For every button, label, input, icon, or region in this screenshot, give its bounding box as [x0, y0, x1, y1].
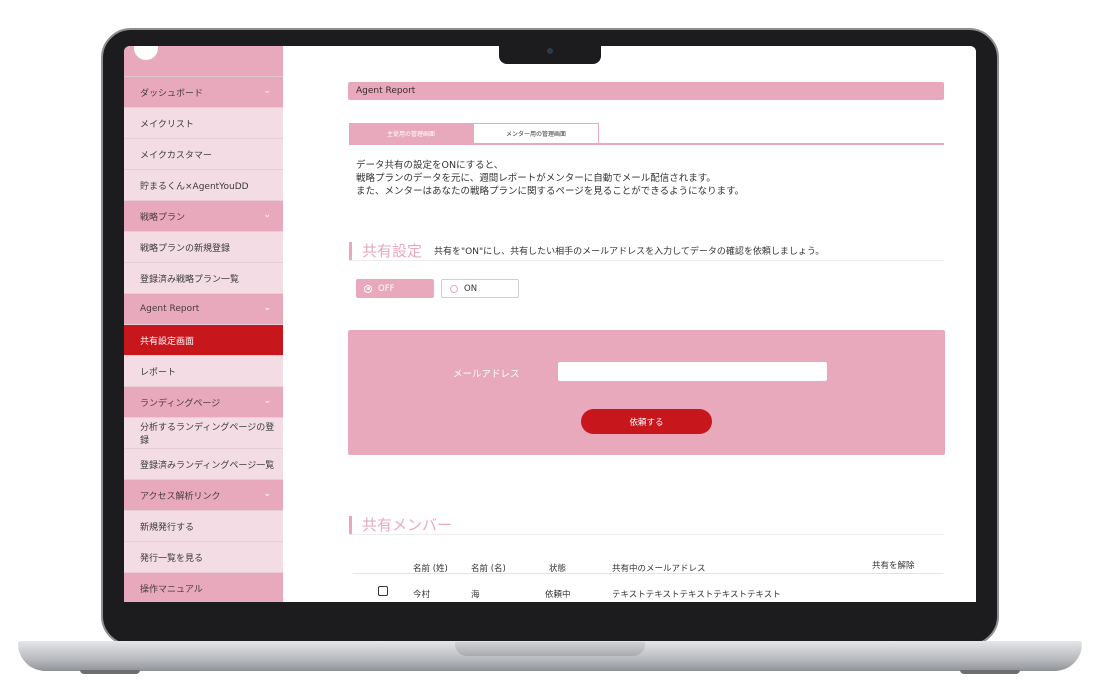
sidebar-item-label: 分析するランディングページの登録: [140, 423, 275, 446]
members-section-title: 共有メンバー: [362, 516, 453, 534]
sidebar-item[interactable]: メイクカスタマー: [124, 139, 283, 170]
sidebar-item[interactable]: 操作マニュアル: [124, 573, 283, 602]
row-checkbox[interactable]: [378, 586, 388, 596]
description-line: 戦略プランのデータを元に、週間レポートがメンターに自動でメール配信されます。: [356, 173, 716, 184]
laptop-hinge-notch: [455, 642, 645, 656]
tab-underline: [349, 143, 944, 145]
sidebar-item[interactable]: 発行一覧を見る: [124, 542, 283, 573]
sidebar-item[interactable]: 共有設定画面: [124, 325, 283, 356]
sidebar-item[interactable]: Agent Report ⌄: [124, 294, 283, 325]
description-line: データ共有の設定をONにすると、: [356, 160, 504, 171]
chevron-down-icon: ⌄: [263, 489, 271, 499]
sharing-off-label: OFF: [378, 283, 395, 294]
sidebar-item-label: 共有設定画面: [140, 336, 195, 347]
sharing-section-title: 共有設定: [362, 242, 423, 260]
logo: [134, 46, 158, 60]
description-line: また、メンターはあなたの戦略プランに関するページを見ることができるようになります…: [356, 186, 745, 197]
chevron-down-icon: ⌄: [263, 303, 271, 313]
screen: ダッシュボード ⌄ メイクリストメイクカスタマー貯まるくん×AgentYouDD 戦略…: [124, 46, 976, 602]
sidebar-logo-area: [124, 46, 283, 77]
sidebar-item-label: 登録済みランディングページ一覧: [140, 460, 275, 471]
tab-mentor-management[interactable]: メンター用の管理画面: [473, 123, 599, 143]
laptop-foot-left: [80, 670, 140, 674]
sharing-on-radio[interactable]: ON: [441, 279, 519, 298]
description: データ共有の設定をONにすると、 戦略プランのデータを元に、週間レポートがメンタ…: [356, 159, 744, 198]
section-divider: [349, 534, 944, 535]
sidebar-item-label: ランディングページ: [140, 398, 221, 409]
radio-unselected-icon: [450, 284, 458, 293]
chevron-down-icon: ⌄: [263, 86, 271, 96]
camera-icon: [547, 48, 553, 54]
sidebar-item-label: 戦略プランの新規登録: [140, 243, 231, 254]
sidebar-item-label: 操作マニュアル: [140, 584, 203, 595]
radio-selected-icon: [364, 284, 372, 293]
sidebar-item[interactable]: アクセス解析リンク ⌄: [124, 480, 283, 511]
table-header-rule: [353, 573, 943, 574]
sidebar-item-label: メイクカスタマー: [140, 150, 212, 161]
sidebar-item-label: 戦略プラン: [140, 212, 186, 223]
members-section-header: 共有メンバー: [349, 514, 452, 535]
sidebar-item[interactable]: ダッシュボード ⌄: [124, 77, 283, 108]
tab-bar: 主従用の管理画面 メンター用の管理画面: [349, 123, 599, 143]
sidebar-item[interactable]: 戦略プラン ⌄: [124, 201, 283, 232]
request-button[interactable]: 依頼する: [581, 409, 712, 434]
sidebar-item[interactable]: 貯まるくん×AgentYouDD: [124, 170, 283, 201]
sharing-section-hint: 共有を"ON"にし、共有したい相手のメールアドレスを入力してデータの確認を依頼し…: [434, 247, 825, 257]
sidebar-item[interactable]: 分析するランディングページの登録: [124, 418, 283, 449]
email-label: メールアドレス: [453, 369, 520, 380]
laptop-foot-right: [960, 670, 1020, 674]
email-field[interactable]: [558, 362, 827, 381]
section-divider: [349, 260, 944, 261]
sidebar-menu: ダッシュボード ⌄ メイクリストメイクカスタマー貯まるくん×AgentYouDD 戦略…: [124, 77, 283, 602]
section-accent-bar: [349, 241, 352, 260]
page-title: Agent Report: [348, 82, 944, 100]
sidebar-item-label: アクセス解析リンク: [140, 491, 221, 502]
sidebar-item[interactable]: 登録済み戦略プラン一覧: [124, 263, 283, 294]
row-status: 依頼中: [545, 590, 571, 600]
sidebar-item-label: メイクリスト: [140, 119, 194, 130]
sharing-section-header: 共有設定 共有を"ON"にし、共有したい相手のメールアドレスを入力してデータの確…: [349, 240, 824, 261]
sidebar-item[interactable]: メイクリスト: [124, 108, 283, 139]
sidebar-item-label: 発行一覧を見る: [140, 553, 204, 564]
main-content: Agent Report 主従用の管理画面 メンター用の管理画面 データ共有の設…: [283, 46, 976, 602]
chevron-down-icon: ⌄: [263, 396, 271, 406]
col-unshare: 共有を解除: [872, 561, 915, 571]
row-last-name: 今村: [413, 590, 431, 600]
sidebar-item-label: 登録済み戦略プラン一覧: [140, 274, 240, 285]
sidebar-item[interactable]: 新規発行する: [124, 511, 283, 542]
request-form-panel: メールアドレス 依頼する: [348, 330, 945, 455]
chevron-down-icon: ⌄: [263, 210, 271, 220]
sidebar-item[interactable]: 登録済みランディングページ一覧: [124, 449, 283, 480]
sidebar-item-label: ダッシュボード: [140, 88, 204, 99]
section-accent-bar: [349, 515, 352, 534]
sidebar-item-label: Agent Report: [140, 304, 200, 314]
row-first-name: 海: [471, 590, 480, 600]
row-email: テキストテキストテキストテキストテキスト: [612, 590, 781, 600]
sharing-off-radio[interactable]: OFF: [356, 279, 434, 298]
sidebar-item-label: 貯まるくん×AgentYouDD: [140, 181, 249, 192]
sidebar-item[interactable]: レポート: [124, 356, 283, 387]
sidebar-item[interactable]: ランディングページ ⌄: [124, 387, 283, 418]
sidebar: ダッシュボード ⌄ メイクリストメイクカスタマー貯まるくん×AgentYouDD 戦略…: [124, 46, 283, 602]
sidebar-item-label: 新規発行する: [140, 522, 195, 533]
sharing-on-label: ON: [464, 283, 478, 294]
tab-main-management[interactable]: 主従用の管理画面: [349, 123, 473, 143]
sidebar-item[interactable]: 戦略プランの新規登録: [124, 232, 283, 263]
camera-notch: [499, 44, 601, 64]
sidebar-item-label: レポート: [140, 367, 177, 378]
